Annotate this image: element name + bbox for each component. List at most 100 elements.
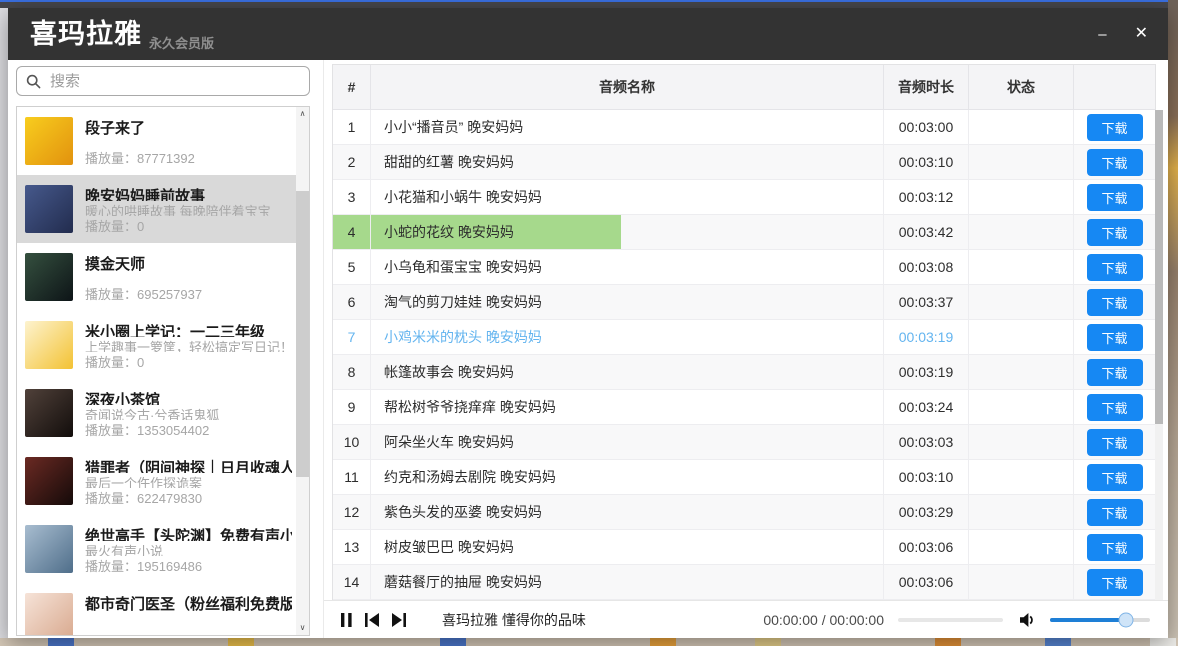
actions-cell: 下载 — [1074, 495, 1155, 530]
download-button[interactable]: 下载 — [1087, 394, 1143, 421]
volume-icon[interactable] — [1019, 612, 1035, 628]
album-play-count: 播放量：195169486 — [85, 556, 292, 575]
table-row[interactable]: 10 阿朵坐火车 晚安妈妈 00:03:03 下载 — [333, 425, 1155, 460]
table-row[interactable]: 5 小乌龟和蛋宝宝 晚安妈妈 00:03:08 下载 — [333, 250, 1155, 285]
audio-name: 约克和汤姆去剧院 晚安妈妈 — [371, 460, 884, 495]
row-index: 13 — [333, 530, 371, 565]
download-button[interactable]: 下载 — [1087, 114, 1143, 141]
actions-cell: 下载 — [1074, 530, 1155, 565]
audio-name: 小花猫和小蜗牛 晚安妈妈 — [371, 180, 884, 215]
table-header: # 音频名称 音频时长 状态 — [333, 65, 1155, 110]
album-meta: 绝世高手【头陀渊】免费有声小说 最火有声小说 播放量：195169486 — [85, 525, 292, 575]
album-list-item[interactable]: 都市奇门医圣（粉丝福利免费版） — [17, 583, 296, 635]
table-row[interactable]: 12 紫色头发的巫婆 晚安妈妈 00:03:29 下载 — [333, 495, 1155, 530]
actions-cell: 下载 — [1074, 565, 1155, 600]
audio-status — [969, 285, 1074, 320]
seek-bar[interactable] — [898, 618, 1003, 622]
album-list-item[interactable]: 米小圈上学记：一二三年级 上学趣事一箩筐，轻松搞定写日记！ 播放量：0 — [17, 311, 296, 379]
album-list-item[interactable]: 深夜小茶馆 奇闻说今古·兮香话鬼狐 播放量：1353054402 — [17, 379, 296, 447]
audio-duration: 00:03:24 — [884, 390, 969, 425]
window-controls: – ✕ — [1098, 26, 1148, 42]
download-button[interactable]: 下载 — [1087, 534, 1143, 561]
scroll-down-button[interactable]: ∨ — [296, 621, 309, 635]
album-items-container: 段子来了 播放量：87771392 晚安妈妈睡前故事 暖心的哄睡故事 每晚陪伴着… — [17, 107, 296, 635]
audio-name: 小小“播音员” 晚安妈妈 — [371, 110, 884, 145]
download-button[interactable]: 下载 — [1087, 359, 1143, 386]
taskbar-icon — [1045, 638, 1071, 646]
sidebar-scrollbar[interactable]: ∧ ∨ — [296, 107, 309, 635]
volume-slider[interactable] — [1050, 618, 1150, 622]
download-button[interactable]: 下载 — [1087, 219, 1143, 246]
album-meta: 米小圈上学记：一二三年级 上学趣事一箩筐，轻松搞定写日记！ 播放量：0 — [85, 321, 292, 371]
search-box[interactable] — [16, 66, 310, 96]
audio-name: 帮松树爷爷挠痒痒 晚安妈妈 — [371, 390, 884, 425]
now-playing-text: 喜玛拉雅 懂得你的品味 — [442, 610, 586, 630]
album-title: 晚安妈妈睡前故事 — [85, 185, 292, 201]
audio-status — [969, 215, 1074, 250]
actions-cell: 下载 — [1074, 390, 1155, 425]
album-list-item[interactable]: 晚安妈妈睡前故事 暖心的哄睡故事 每晚陪伴着宝宝 播放量：0 — [17, 175, 296, 243]
minimize-button[interactable]: – — [1098, 27, 1106, 42]
download-button[interactable]: 下载 — [1087, 429, 1143, 456]
album-list-item[interactable]: 绝世高手【头陀渊】免费有声小说 最火有声小说 播放量：195169486 — [17, 515, 296, 583]
scroll-up-button[interactable]: ∧ — [296, 107, 309, 121]
album-list-item[interactable]: 段子来了 播放量：87771392 — [17, 107, 296, 175]
audio-table: # 音频名称 音频时长 状态 1 小小“播音员” 晚安妈妈 00:03:00 下… — [332, 64, 1156, 600]
album-meta: 段子来了 播放量：87771392 — [85, 117, 292, 167]
column-header-duration: 音频时长 — [884, 65, 969, 110]
table-row[interactable]: 1 小小“播音员” 晚安妈妈 00:03:00 下载 — [333, 110, 1155, 145]
download-button[interactable]: 下载 — [1087, 184, 1143, 211]
audio-name: 树皮皱巴巴 晚安妈妈 — [371, 530, 884, 565]
app-window: 喜玛拉雅 永久会员版 – ✕ 段子来了 播放量：87771392 — [8, 8, 1168, 638]
download-button[interactable]: 下载 — [1087, 254, 1143, 281]
table-row[interactable]: 13 树皮皱巴巴 晚安妈妈 00:03:06 下载 — [333, 530, 1155, 565]
album-meta: 摸金天师 播放量：695257937 — [85, 253, 292, 303]
row-index: 14 — [333, 565, 371, 600]
album-thumbnail — [25, 389, 73, 437]
table-row[interactable]: 6 淘气的剪刀娃娃 晚安妈妈 00:03:37 下载 — [333, 285, 1155, 320]
album-play-count: 播放量：695257937 — [85, 284, 292, 303]
album-thumbnail — [25, 525, 73, 573]
column-header-name: 音频名称 — [371, 65, 884, 110]
download-button[interactable]: 下载 — [1087, 149, 1143, 176]
app-body: 段子来了 播放量：87771392 晚安妈妈睡前故事 暖心的哄睡故事 每晚陪伴着… — [8, 60, 1168, 638]
desktop-top-strip — [0, 0, 1178, 8]
album-list-item[interactable]: 猎罪者（阴间神探｜日月收魂人... 最后一个仵作探诡案 播放量：62247983… — [17, 447, 296, 515]
next-track-button[interactable] — [390, 612, 406, 628]
table-row[interactable]: 3 小花猫和小蜗牛 晚安妈妈 00:03:12 下载 — [333, 180, 1155, 215]
download-button[interactable]: 下载 — [1087, 324, 1143, 351]
actions-cell: 下载 — [1074, 285, 1155, 320]
audio-name: 阿朵坐火车 晚安妈妈 — [371, 425, 884, 460]
main-panel: # 音频名称 音频时长 状态 1 小小“播音员” 晚安妈妈 00:03:00 下… — [323, 60, 1168, 638]
table-scrollbar-thumb[interactable] — [1155, 110, 1163, 424]
previous-track-button[interactable] — [364, 612, 380, 628]
album-title: 深夜小茶馆 — [85, 389, 292, 405]
table-row[interactable]: 11 约克和汤姆去剧院 晚安妈妈 00:03:10 下载 — [333, 460, 1155, 495]
download-button[interactable]: 下载 — [1087, 569, 1143, 596]
search-input[interactable] — [48, 72, 300, 91]
audio-duration: 00:03:19 — [884, 355, 969, 390]
audio-duration: 00:03:29 — [884, 495, 969, 530]
table-row[interactable]: 4 小蛇的花纹 晚安妈妈 00:03:42 下载 — [333, 215, 1155, 250]
pause-button[interactable] — [338, 612, 354, 628]
volume-knob[interactable] — [1119, 612, 1134, 627]
table-scrollbar[interactable] — [1155, 110, 1163, 600]
table-row[interactable]: 9 帮松树爷爷挠痒痒 晚安妈妈 00:03:24 下载 — [333, 390, 1155, 425]
album-play-count: 播放量：0 — [85, 352, 292, 371]
table-row[interactable]: 7 小鸡米米的枕头 晚安妈妈 00:03:19 下载 — [333, 320, 1155, 355]
table-row[interactable]: 2 甜甜的红薯 晚安妈妈 00:03:10 下载 — [333, 145, 1155, 180]
download-button[interactable]: 下载 — [1087, 289, 1143, 316]
download-button[interactable]: 下载 — [1087, 464, 1143, 491]
desktop-wallpaper-strip — [1168, 0, 1178, 646]
close-button[interactable]: ✕ — [1135, 26, 1148, 42]
audio-name: 帐篷故事会 晚安妈妈 — [371, 355, 884, 390]
audio-status — [969, 110, 1074, 145]
sidebar-scrollbar-thumb[interactable] — [296, 191, 309, 476]
table-row[interactable]: 8 帐篷故事会 晚安妈妈 00:03:19 下载 — [333, 355, 1155, 390]
audio-duration: 00:03:08 — [884, 250, 969, 285]
album-list-item[interactable]: 摸金天师 播放量：695257937 — [17, 243, 296, 311]
download-button[interactable]: 下载 — [1087, 499, 1143, 526]
audio-status — [969, 145, 1074, 180]
table-row[interactable]: 14 蘑菇餐厅的抽屉 晚安妈妈 00:03:06 下载 — [333, 565, 1155, 600]
album-play-count: 播放量：622479830 — [85, 488, 292, 507]
